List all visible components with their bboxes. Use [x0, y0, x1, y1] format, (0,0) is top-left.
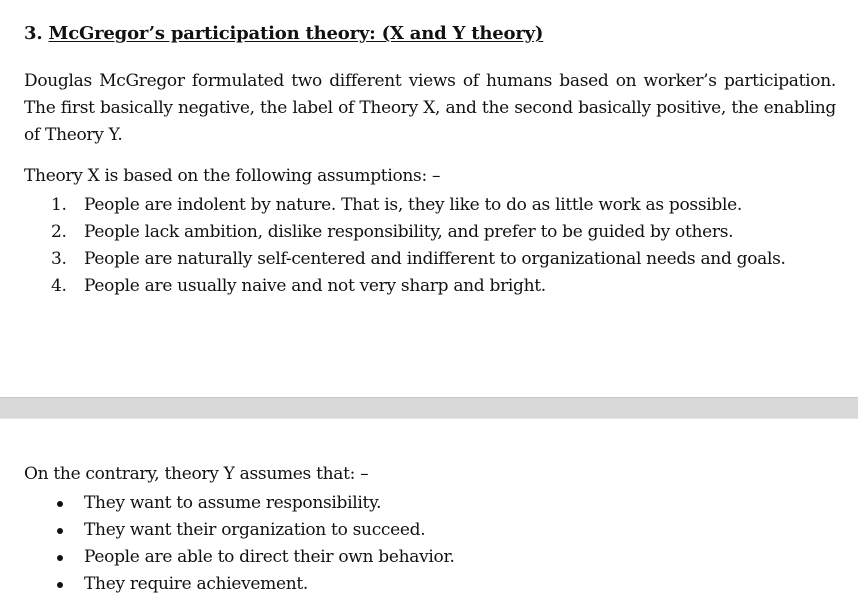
list-number: 1. [51, 195, 67, 215]
section-number: 3. [24, 23, 43, 44]
section-title: McGregor’s participation theory: (X and … [48, 23, 544, 44]
list-number: 2. [51, 222, 67, 242]
list-item-text: They require achievement. [84, 574, 309, 594]
list-item-text: People are indolent by nature. That is, … [84, 195, 742, 215]
section-heading: 3. McGregor’s participation theory: (X a… [24, 23, 543, 44]
theory-y-intro: On the contrary, theory Y assumes that: … [24, 464, 369, 484]
list-item-text: People lack ambition, dislike responsibi… [84, 222, 734, 242]
bullet-icon [57, 501, 63, 507]
document-page-2: On the contrary, theory Y assumes that: … [0, 419, 858, 616]
list-number: 4. [51, 276, 67, 296]
list-item-text: People are able to direct their own beha… [84, 547, 455, 567]
list-number: 3. [51, 249, 67, 269]
bullet-icon [57, 528, 63, 534]
list-item-text: People are usually naive and not very sh… [84, 276, 546, 296]
bullet-icon [57, 582, 63, 588]
document-page-1: 3. McGregor’s participation theory: (X a… [0, 0, 858, 397]
list-item-text: People are naturally self-centered and i… [84, 249, 786, 269]
previous-text-fragment [24, 0, 324, 2]
list-item-text: They want to assume responsibility. [84, 493, 382, 513]
theory-x-intro: Theory X is based on the following assum… [24, 166, 441, 186]
list-item-text: They want their organization to succeed. [84, 520, 426, 540]
page-separator [0, 397, 858, 419]
bullet-icon [57, 555, 63, 561]
intro-paragraph: Douglas McGregor formulated two differen… [24, 71, 836, 145]
